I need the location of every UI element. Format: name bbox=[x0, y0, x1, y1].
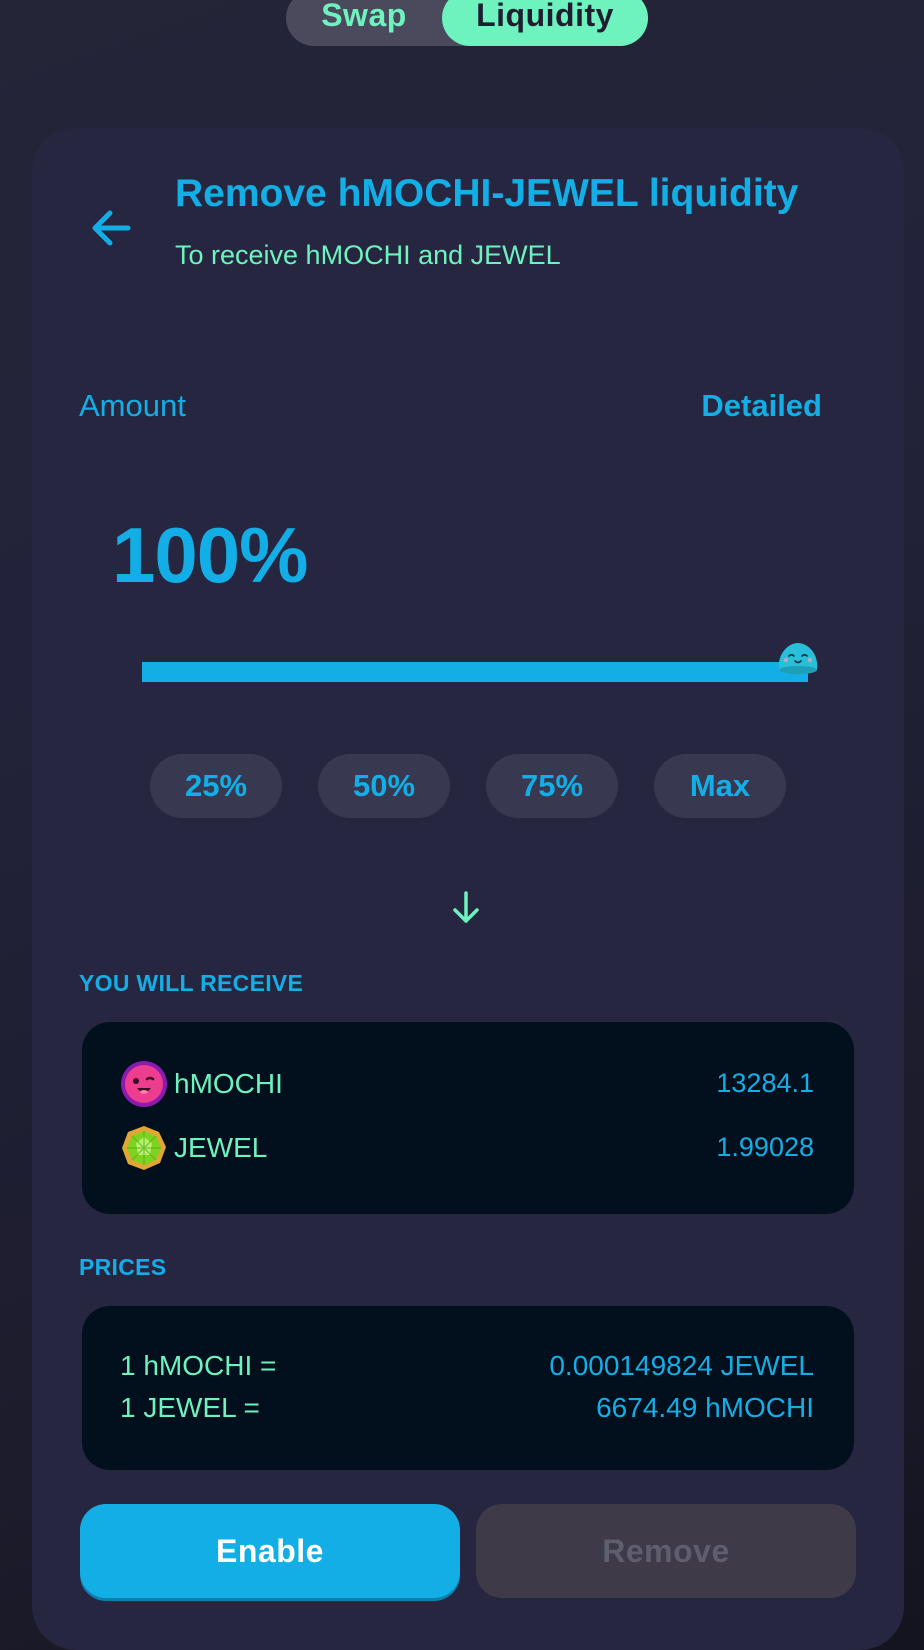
remove-button[interactable]: Remove bbox=[476, 1504, 856, 1598]
amount-slider-track[interactable] bbox=[142, 662, 808, 682]
list-item: 1 JEWEL = 6674.49 hMOCHI bbox=[120, 1392, 814, 1428]
prices-panel: 1 hMOCHI = 0.000149824 JEWEL 1 JEWEL = 6… bbox=[82, 1306, 854, 1470]
detailed-toggle-link[interactable]: Detailed bbox=[701, 388, 822, 424]
preset-25-button[interactable]: 25% bbox=[150, 754, 282, 818]
remove-liquidity-card: Remove hMOCHI-JEWEL liquidity To receive… bbox=[32, 128, 904, 1650]
token-amount: 13284.1 bbox=[716, 1068, 814, 1098]
preset-max-button[interactable]: Max bbox=[654, 754, 786, 818]
mochi-slider-thumb-icon[interactable] bbox=[776, 640, 820, 674]
token-amount: 1.99028 bbox=[716, 1132, 814, 1162]
amount-label: Amount bbox=[79, 388, 186, 423]
receive-panel: hMOCHI 13284.1 JEWEL 1.99028 bbox=[82, 1022, 854, 1214]
list-item: 1 hMOCHI = 0.000149824 JEWEL bbox=[120, 1350, 814, 1386]
price-label: 1 hMOCHI = bbox=[120, 1350, 277, 1381]
price-value: 6674.49 hMOCHI bbox=[596, 1392, 814, 1423]
amount-slider-fill bbox=[142, 662, 808, 682]
receive-section-label: YOU WILL RECEIVE bbox=[79, 970, 304, 996]
arrow-down-icon bbox=[446, 888, 486, 928]
amount-percent-value: 100% bbox=[112, 511, 308, 599]
preset-75-button[interactable]: 75% bbox=[486, 754, 618, 818]
list-item: JEWEL 1.99028 bbox=[120, 1124, 814, 1174]
enable-button[interactable]: Enable bbox=[80, 1504, 460, 1598]
list-item: hMOCHI 13284.1 bbox=[120, 1060, 814, 1110]
page-subtitle: To receive hMOCHI and JEWEL bbox=[175, 240, 561, 270]
back-arrow-icon[interactable] bbox=[84, 200, 140, 256]
page-title: Remove hMOCHI-JEWEL liquidity bbox=[175, 172, 799, 215]
prices-section-label: PRICES bbox=[79, 1254, 167, 1280]
token-symbol: hMOCHI bbox=[174, 1068, 283, 1099]
preset-50-button[interactable]: 50% bbox=[318, 754, 450, 818]
jewel-token-icon bbox=[120, 1124, 168, 1172]
price-value: 0.000149824 JEWEL bbox=[549, 1350, 814, 1381]
hmochi-token-icon bbox=[120, 1060, 168, 1108]
price-label: 1 JEWEL = bbox=[120, 1392, 260, 1423]
tab-liquidity[interactable]: Liquidity bbox=[442, 0, 648, 46]
swap-liquidity-toggle: Swap Liquidity bbox=[286, 0, 648, 46]
token-symbol: JEWEL bbox=[174, 1132, 268, 1163]
tab-swap[interactable]: Swap bbox=[286, 0, 442, 46]
